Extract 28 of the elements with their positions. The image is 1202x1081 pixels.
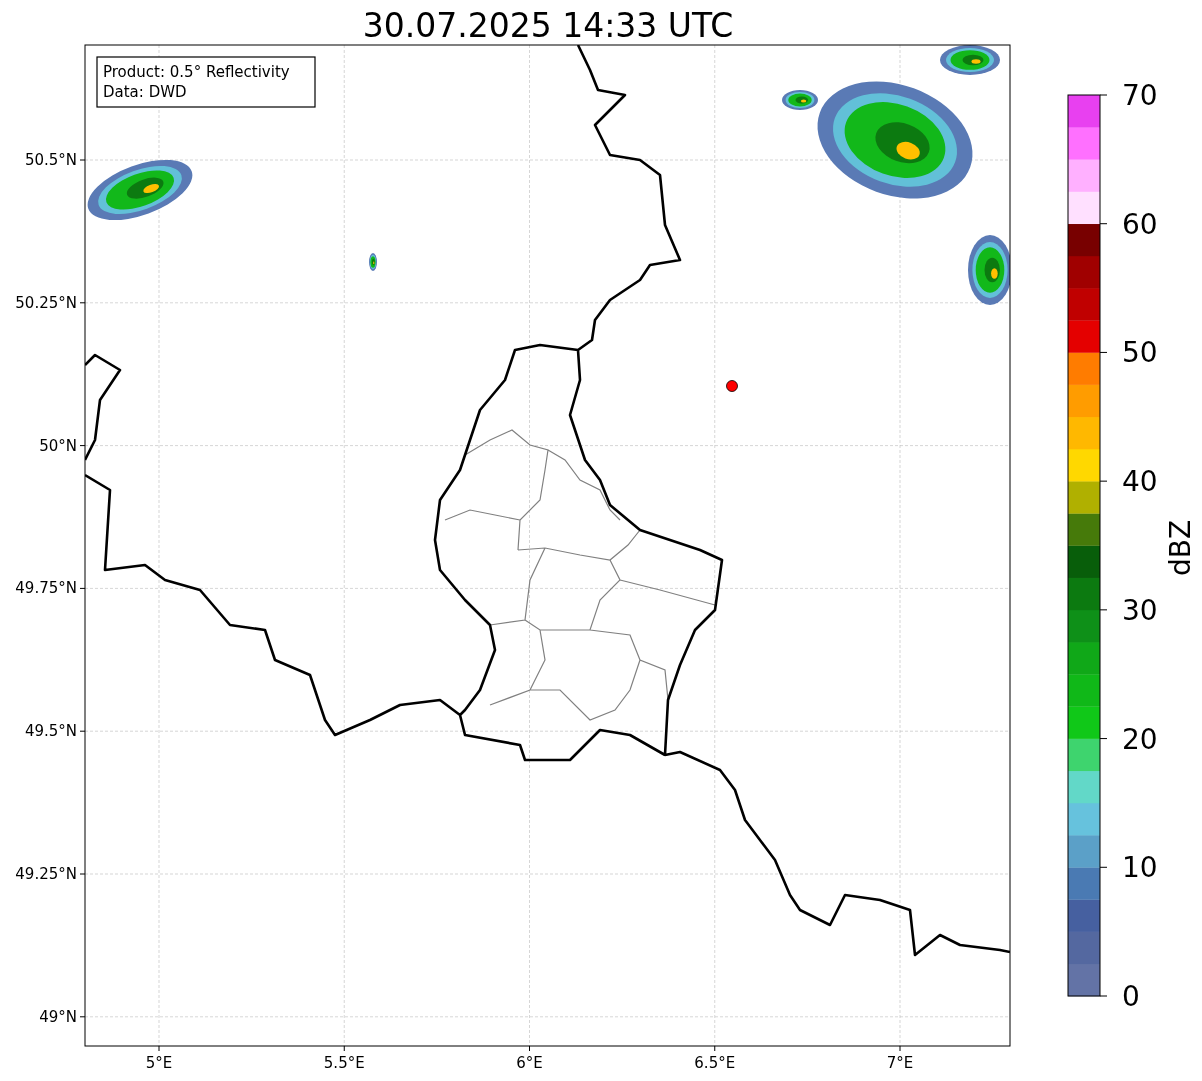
longitude-label: 7°E [886,1054,914,1072]
latitude-label: 50°N [39,436,77,455]
longitude-label: 6°E [516,1054,543,1072]
radar-echo-drawing [940,45,1000,75]
colorbar-tick-label: 10 [1122,851,1158,885]
latitude-label: 50.25°N [15,293,77,312]
latitude-label: 50.5°N [24,151,77,169]
colorbar-title: dBZ [1164,519,1197,577]
colorbar-tick-label: 30 [1122,593,1158,627]
radar-echo-drawing [968,235,1010,305]
latitude-label: 49.25°N [15,865,77,883]
site-marker [726,380,738,392]
colorbar-tick-label: 0 [1122,980,1140,1013]
latitude-label: 49.5°N [24,722,77,741]
latitude-label: 49.75°N [15,579,77,598]
longitude-label: 5°E [145,1054,173,1072]
colorbar-tick-label: 50 [1122,336,1158,370]
info-text: Data: DWD [103,83,187,101]
longitude-label: 6.5°E [694,1054,736,1072]
colorbar-tick-label: 40 [1122,465,1158,499]
info-text: Product: 0.5° Reflectivity [103,63,290,81]
map-title: 30.07.2025 14:33 UTC [362,6,734,45]
latitude-label: 49°N [39,1007,77,1026]
colorbar-tick-label: 60 [1122,207,1158,241]
longitude-label: 5.5°E [323,1054,365,1072]
colorbar-tick-label: 70 [1122,79,1158,112]
radar-echo-drawing [369,253,377,271]
colorbar-tick-label: 20 [1122,722,1158,756]
